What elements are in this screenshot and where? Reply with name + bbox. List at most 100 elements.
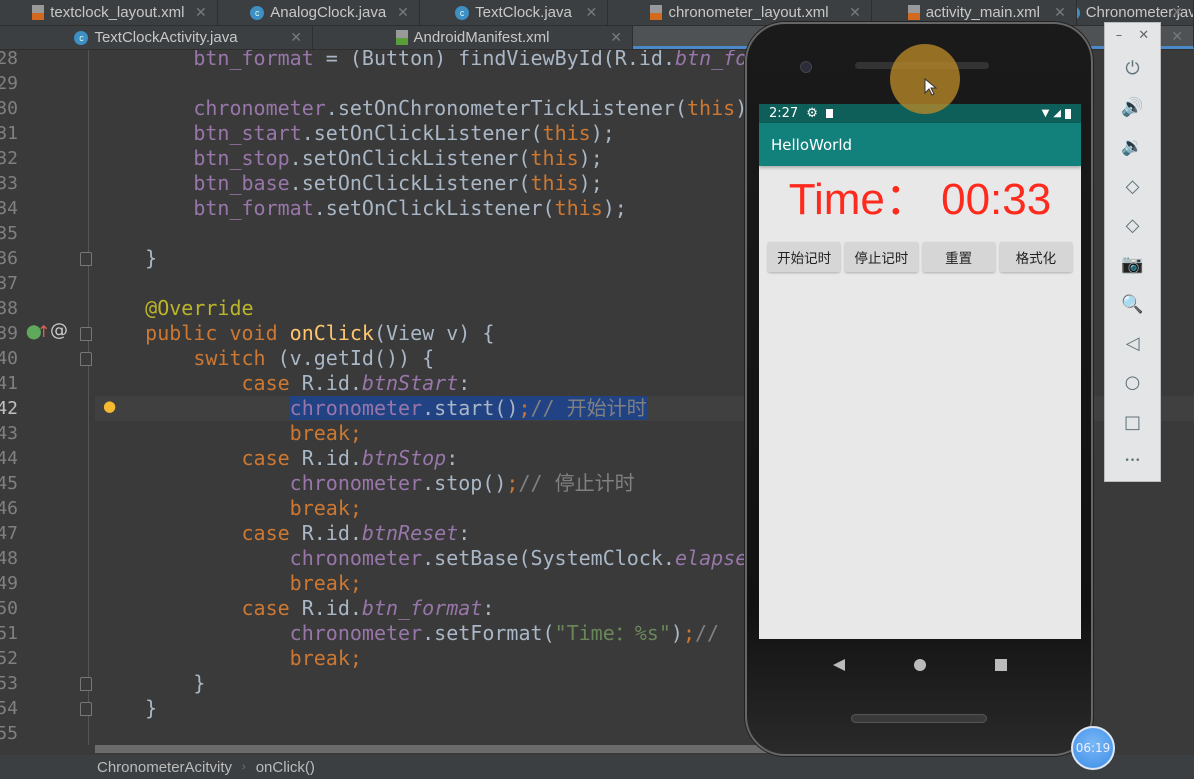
- code-line[interactable]: case R.id.btnStop:: [97, 446, 458, 471]
- overview-icon[interactable]: [994, 658, 1008, 672]
- overview-icon[interactable]: □: [1119, 402, 1147, 441]
- code-line[interactable]: chronometer.setFormat("Time：%s");//: [97, 621, 731, 646]
- code-line[interactable]: break;: [97, 571, 362, 596]
- code-line[interactable]: }: [97, 671, 205, 696]
- tab-close-icon[interactable]: ✕: [397, 4, 409, 21]
- zoom-icon[interactable]: 🔍: [1119, 285, 1147, 324]
- code-line[interactable]: break;: [97, 496, 362, 521]
- tab-close-icon[interactable]: ✕: [290, 29, 302, 46]
- lightbulb-icon[interactable]: ●: [103, 397, 116, 415]
- tab-close-icon[interactable]: ✕: [1054, 4, 1066, 21]
- code-line[interactable]: btn_base.setOnClickListener(this);: [97, 171, 602, 196]
- breadcrumb-method[interactable]: onClick(): [256, 759, 315, 776]
- tab-close-icon[interactable]: ✕: [1171, 4, 1183, 21]
- line-number: 53: [0, 673, 18, 694]
- code-line[interactable]: }: [97, 696, 157, 721]
- code-line[interactable]: chronometer.start();// 开始计时: [97, 396, 647, 421]
- format-button[interactable]: 格式化: [999, 242, 1072, 272]
- code-line[interactable]: switch (v.getId()) {: [97, 346, 434, 371]
- code-line[interactable]: }: [97, 246, 157, 271]
- code-token: .setOnClickListener(: [313, 196, 555, 220]
- reset-button[interactable]: 重置: [922, 242, 995, 272]
- code-token: (View v) {: [373, 321, 495, 345]
- more-icon[interactable]: •••: [1119, 442, 1147, 481]
- line-number: 38: [0, 298, 18, 319]
- fold-toggle-icon[interactable]: [80, 677, 92, 691]
- screenshot-icon[interactable]: 📷: [1119, 245, 1147, 284]
- code-token: switch: [97, 346, 266, 370]
- sd-card-icon: [825, 109, 833, 118]
- code-line[interactable]: btn_start.setOnClickListener(this);: [97, 121, 614, 146]
- override-arrow-icon[interactable]: ↑: [37, 322, 50, 341]
- code-line[interactable]: public void onClick(View v) {: [97, 321, 494, 346]
- code-token: }: [97, 246, 158, 270]
- code-line[interactable]: btn_format = (Button) findViewById(R.id.…: [97, 50, 819, 71]
- code-token: :: [446, 446, 459, 470]
- code-token: R.id.: [289, 446, 362, 470]
- code-token: ;: [506, 471, 519, 495]
- tab-analogclock-java[interactable]: c AnalogClock.java ✕: [218, 0, 420, 25]
- code-token: .setOnClickListener(: [301, 121, 543, 145]
- line-number: 40: [0, 348, 18, 369]
- code-token: ): [670, 621, 683, 645]
- code-token: ) findViewById(R.id.: [434, 50, 675, 70]
- fold-toggle-icon[interactable]: [80, 327, 92, 341]
- start-button[interactable]: 开始记时: [768, 242, 841, 272]
- code-line[interactable]: break;: [97, 421, 362, 446]
- app-title: HelloWorld: [771, 135, 853, 154]
- power-icon[interactable]: ⏻: [1119, 49, 1147, 88]
- line-number: 54: [0, 698, 18, 719]
- tab-textclock-java[interactable]: c TextClock.java ✕: [420, 0, 609, 25]
- class-icon: c: [1076, 5, 1080, 20]
- code-token: btnStart: [361, 371, 459, 395]
- tab-textclockactivity-java[interactable]: c TextClockActivity.java ✕: [0, 26, 313, 49]
- code-token: Button: [361, 50, 435, 70]
- back-icon[interactable]: ◁: [1119, 324, 1147, 363]
- fold-toggle-icon[interactable]: [80, 252, 92, 266]
- tab-close-icon[interactable]: ✕: [849, 4, 861, 21]
- code-line[interactable]: chronometer.stop();// 停止计时: [97, 471, 635, 496]
- breadcrumb-class[interactable]: ChronometerAcitvity: [97, 759, 232, 776]
- code-token: .setOnClickListener(: [289, 171, 531, 195]
- tab-androidmanifest-xml[interactable]: AndroidManifest.xml ✕: [313, 26, 633, 49]
- tab-close-icon[interactable]: ✕: [195, 4, 207, 21]
- rotate-right-icon[interactable]: ◇: [1119, 206, 1147, 245]
- tab-close-icon[interactable]: ✕: [610, 29, 622, 46]
- code-token: :: [458, 521, 471, 545]
- code-line[interactable]: btn_format.setOnClickListener(this);: [97, 196, 627, 221]
- code-line[interactable]: case R.id.btnStart:: [97, 371, 470, 396]
- mouse-cursor-highlight: [890, 44, 960, 114]
- code-line[interactable]: case R.id.btn_format:: [97, 596, 494, 621]
- volume-down-icon[interactable]: 🔉: [1119, 127, 1147, 166]
- android-nav-bar: [759, 640, 1081, 690]
- code-line[interactable]: case R.id.btnReset:: [97, 521, 470, 546]
- code-token: R.id.: [289, 521, 362, 545]
- code-token: btnStop: [361, 446, 447, 470]
- status-time: 2:27: [769, 106, 799, 121]
- close-icon[interactable]: ✕: [1138, 28, 1149, 43]
- code-line[interactable]: btn_stop.setOnClickListener(this);: [97, 146, 602, 171]
- fold-toggle-icon[interactable]: [80, 702, 92, 716]
- minimize-icon[interactable]: –: [1116, 28, 1123, 43]
- class-icon: c: [250, 5, 265, 20]
- code-line[interactable]: break;: [97, 646, 362, 671]
- volume-up-icon[interactable]: 🔊: [1119, 88, 1147, 127]
- code-token: btn_format: [97, 50, 314, 70]
- tab-close-icon[interactable]: ✕: [1171, 28, 1183, 45]
- home-icon[interactable]: [913, 658, 927, 672]
- tab-close-icon[interactable]: ✕: [585, 4, 597, 21]
- emulator-toolbar: – ✕ ⏻ 🔊 🔉 ◇ ◇ 📷 🔍 ◁ ○ □ •••: [1104, 22, 1161, 482]
- rotate-left-icon[interactable]: ◇: [1119, 167, 1147, 206]
- code-token: public void: [97, 321, 290, 345]
- tab-textclock-layout-xml[interactable]: textclock_layout.xml ✕: [0, 0, 218, 25]
- code-line[interactable]: @Override: [97, 296, 253, 321]
- back-icon[interactable]: [832, 658, 846, 672]
- code-token: .setBase(SystemClock.: [422, 546, 675, 570]
- xml-file-icon: [650, 5, 663, 20]
- phone-screen[interactable]: 2:27 ⚙ ▼ ◢ HelloWorld Time： 00:33 开始记时 停…: [759, 104, 1081, 639]
- signal-icon: ◢: [1053, 108, 1061, 119]
- home-icon[interactable]: ○: [1119, 363, 1147, 402]
- fold-toggle-icon[interactable]: [80, 352, 92, 366]
- code-line[interactable]: chronometer.setOnChronometerTickListener…: [97, 96, 759, 121]
- stop-button[interactable]: 停止记时: [845, 242, 918, 272]
